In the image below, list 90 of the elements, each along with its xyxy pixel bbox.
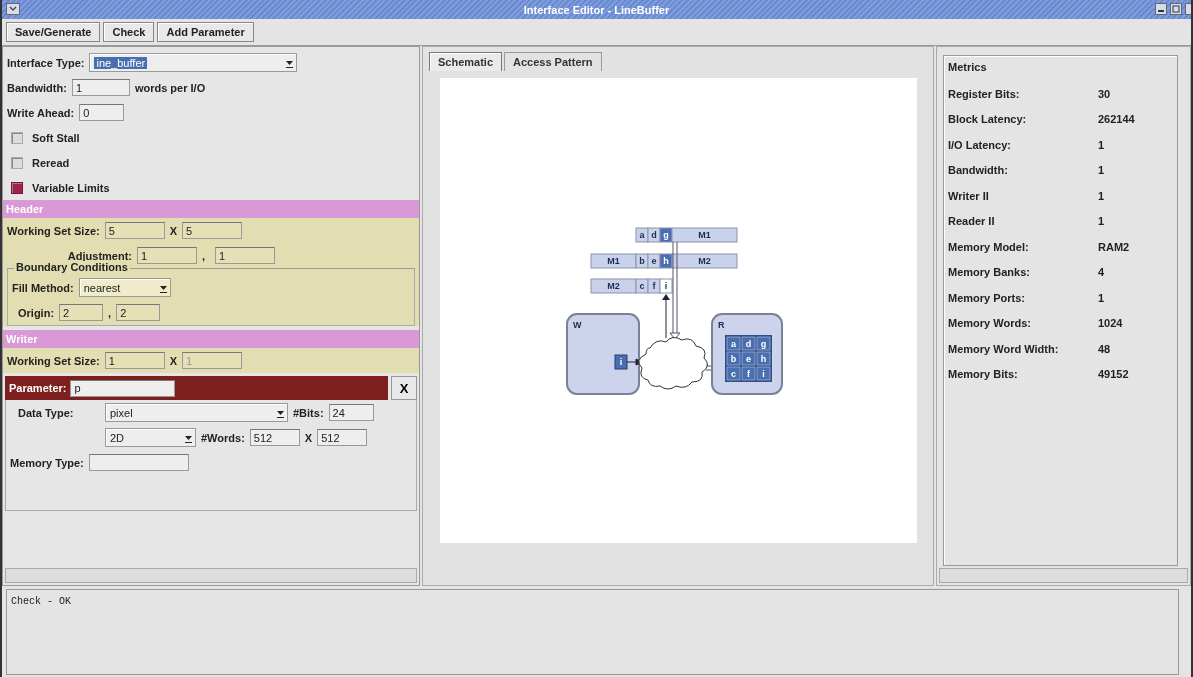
field-label: Working Set Size: (7, 354, 100, 367)
separator-label: X (169, 224, 178, 237)
toolbar-button[interactable]: Check (103, 22, 155, 42)
memory-cell: M2 (671, 253, 738, 269)
metric-value: 1 (1098, 164, 1105, 177)
metric-label: Memory Ports: (948, 291, 1027, 304)
words-y-field[interactable]: 512 (317, 429, 368, 446)
fill-method-dropdown[interactable]: nearest (78, 278, 171, 297)
separator-label: , (202, 249, 207, 262)
field-label: Bandwidth: (7, 81, 67, 94)
metric-label: Block Latency: (948, 113, 1028, 126)
metric-value: RAM2 (1098, 240, 1130, 253)
metric-label: Register Bits: (948, 87, 1021, 100)
field-label: Memory Type: (10, 456, 84, 469)
metric-value: 49152 (1098, 368, 1129, 381)
field-label: #Words: (201, 431, 245, 444)
close-button[interactable]: X (391, 376, 417, 400)
memory-cell: e (647, 253, 661, 269)
height-field[interactable]: 5 (182, 222, 243, 239)
width-field[interactable]: 5 (104, 222, 165, 239)
checkbox-label: Reread (32, 156, 70, 169)
parameter-label: Parameter: (9, 382, 67, 394)
memory-cell: g (659, 227, 673, 243)
tab[interactable]: Access Pattern (504, 52, 602, 71)
metric-label: Bandwidth: (948, 164, 1009, 177)
words-x-field[interactable]: 512 (249, 429, 300, 446)
memory-cell: a (635, 227, 649, 243)
metric-value: 1 (1098, 138, 1105, 151)
metric-label: Memory Word Width: (948, 342, 1060, 355)
field-label: Adjustment: (66, 249, 132, 262)
log-text: Check - OK (11, 596, 71, 607)
metric-label: Memory Banks: (948, 266, 1031, 279)
width-field[interactable]: 1 (104, 352, 165, 369)
metric-value: 1024 (1098, 317, 1123, 330)
field-label: Fill Method: (12, 281, 74, 294)
memory-cell: h (659, 253, 673, 269)
metric-value: 262144 (1098, 113, 1135, 126)
data-type-dropdown[interactable]: pixel (105, 403, 288, 422)
metrics-title: Metrics (948, 61, 988, 75)
section-header: Writer (3, 330, 419, 348)
metric-value: 4 (1098, 266, 1105, 279)
memory-cell: b (635, 253, 649, 269)
separator-label: X (169, 354, 178, 367)
adjustment-x-field[interactable]: 1 (137, 247, 197, 264)
bandwidth-field[interactable]: 1 (71, 79, 130, 96)
field-label: #Bits: (293, 406, 324, 419)
toolbar-button[interactable]: Save/Generate (6, 22, 101, 42)
tab[interactable]: Schematic (429, 52, 503, 71)
memory-cell: M1 (590, 253, 637, 269)
metric-label: Reader II (948, 215, 996, 228)
memory-cell: f (647, 278, 661, 294)
bits-field[interactable]: 24 (328, 404, 374, 421)
memory-cell: M2 (590, 278, 637, 294)
checkbox-label: Variable Limits (32, 181, 110, 194)
interface-type-dropdown[interactable]: ine_buffer (89, 53, 298, 72)
field-label: Write Ahead: (7, 106, 75, 119)
metric-label: I/O Latency: (948, 138, 1012, 151)
toolbar-button[interactable]: Add Parameter (157, 22, 254, 42)
metric-value: 48 (1098, 342, 1111, 355)
parameter-name-field[interactable]: p (70, 379, 176, 397)
reader-block: R a d g b e h c f i (711, 313, 783, 395)
memory-cell: c (635, 278, 649, 294)
adjustment-y-field[interactable]: 1 (215, 247, 275, 264)
field-label: Working Set Size: (7, 224, 100, 237)
unit-label: words per I/O (134, 81, 206, 94)
field-label: Interface Type: (7, 56, 85, 69)
metric-value: 1 (1098, 291, 1105, 304)
origin-y-field[interactable]: 2 (116, 304, 161, 321)
separator-label: X (304, 431, 313, 444)
origin-x-field[interactable]: 2 (59, 304, 104, 321)
memory-cell: d (647, 227, 661, 243)
checkbox-label: Soft Stall (32, 131, 80, 144)
field-label: Data Type: (18, 406, 75, 419)
field-label: Origin: (18, 306, 55, 319)
separator-label: , (108, 306, 112, 319)
metric-value: 30 (1098, 87, 1111, 100)
memory-cell: M1 (671, 227, 738, 243)
metric-value: 1 (1098, 189, 1105, 202)
dimension-dropdown[interactable]: 2D (105, 428, 196, 447)
write-ahead-field[interactable]: 0 (79, 104, 125, 121)
metric-label: Memory Model: (948, 240, 1030, 253)
metric-label: Memory Bits: (948, 368, 1019, 381)
section-header: Header (3, 200, 419, 218)
window-title: Interface Editor - LineBuffer (523, 3, 670, 16)
memory-cell: i (659, 278, 673, 294)
group-title: Boundary Conditions (14, 261, 130, 273)
metric-label: Writer II (948, 189, 990, 202)
metric-label: Memory Words: (948, 317, 1032, 330)
writer-block: W i (566, 313, 640, 395)
metric-value: 1 (1098, 215, 1105, 228)
